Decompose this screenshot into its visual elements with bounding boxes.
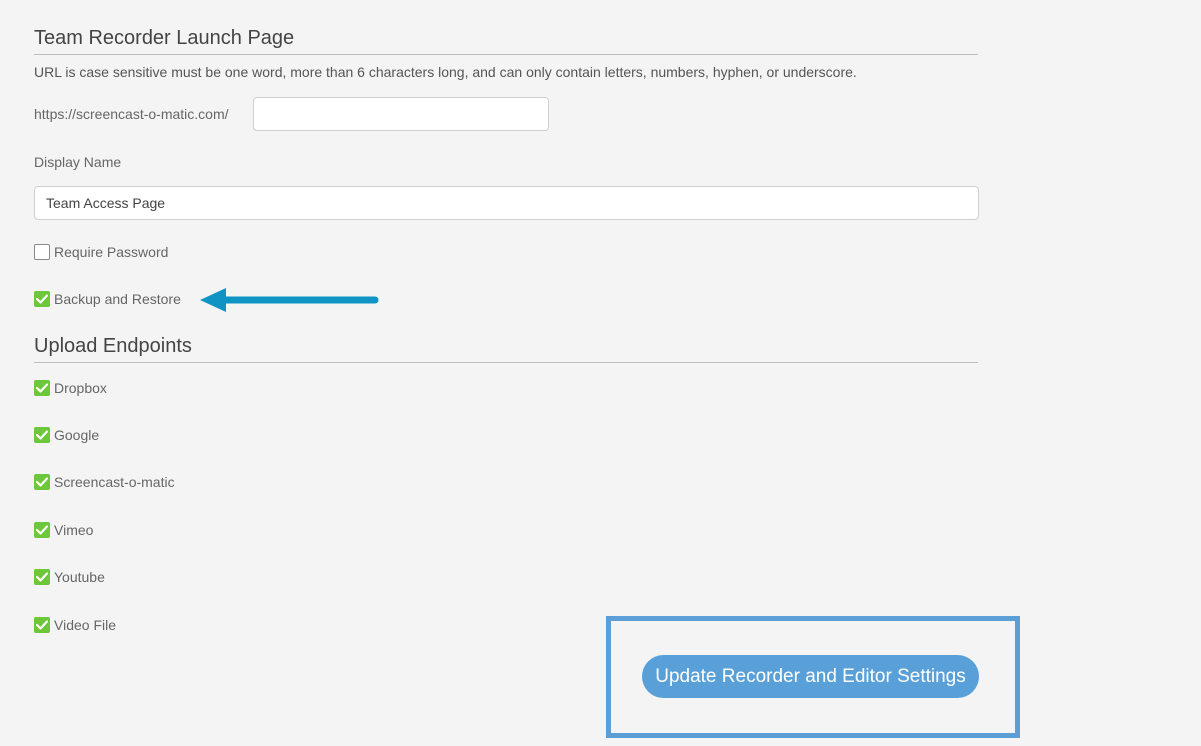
endpoint-checkbox[interactable] (34, 427, 50, 443)
require-password-option[interactable]: Require Password (34, 243, 168, 261)
endpoint-checkbox[interactable] (34, 522, 50, 538)
check-icon (36, 620, 48, 630)
endpoint-label-youtube: Youtube (54, 569, 105, 585)
url-prefix-label: https://screencast-o-matic.com/ (34, 106, 229, 122)
check-icon (36, 477, 48, 487)
backup-restore-label: Backup and Restore (54, 291, 181, 307)
endpoint-label-vimeo: Vimeo (54, 522, 94, 538)
check-icon (36, 294, 48, 304)
check-icon (36, 430, 48, 440)
endpoint-checkbox[interactable] (34, 474, 50, 490)
url-slug-input[interactable] (253, 97, 549, 131)
endpoint-checkbox[interactable] (34, 617, 50, 633)
endpoint-label-google: Google (54, 427, 100, 443)
endpoint-checkbox[interactable] (34, 569, 50, 585)
check-icon (36, 525, 48, 535)
endpoint-item[interactable]: Screencast-o-matic (34, 473, 175, 491)
endpoint-item[interactable]: Dropbox (34, 379, 107, 397)
update-settings-button[interactable]: Update Recorder and Editor Settings (642, 655, 979, 698)
display-name-label: Display Name (34, 154, 122, 170)
endpoint-item[interactable]: Video File (34, 616, 116, 634)
endpoint-label-screencast: Screencast-o-matic (54, 474, 175, 490)
endpoint-checkbox[interactable] (34, 380, 50, 396)
endpoint-label-video-file: Video File (54, 617, 117, 633)
endpoint-item[interactable]: Youtube (34, 568, 105, 586)
check-icon (36, 383, 48, 393)
upload-endpoints-heading: Upload Endpoints (34, 334, 978, 363)
launch-page-heading: Team Recorder Launch Page (34, 26, 978, 55)
require-password-checkbox[interactable] (34, 244, 50, 260)
require-password-label: Require Password (54, 244, 169, 260)
check-icon (36, 572, 48, 582)
backup-restore-option[interactable]: Backup and Restore (34, 290, 181, 308)
settings-page: Team Recorder Launch Page URL is case se… (0, 0, 1201, 746)
backup-restore-checkbox[interactable] (34, 291, 50, 307)
url-help-text: URL is case sensitive must be one word, … (34, 64, 857, 80)
arrow-left-icon (200, 288, 379, 312)
endpoint-item[interactable]: Vimeo (34, 521, 93, 539)
endpoint-label-dropbox: Dropbox (54, 380, 107, 396)
endpoint-item[interactable]: Google (34, 426, 99, 444)
display-name-input[interactable] (34, 186, 979, 220)
